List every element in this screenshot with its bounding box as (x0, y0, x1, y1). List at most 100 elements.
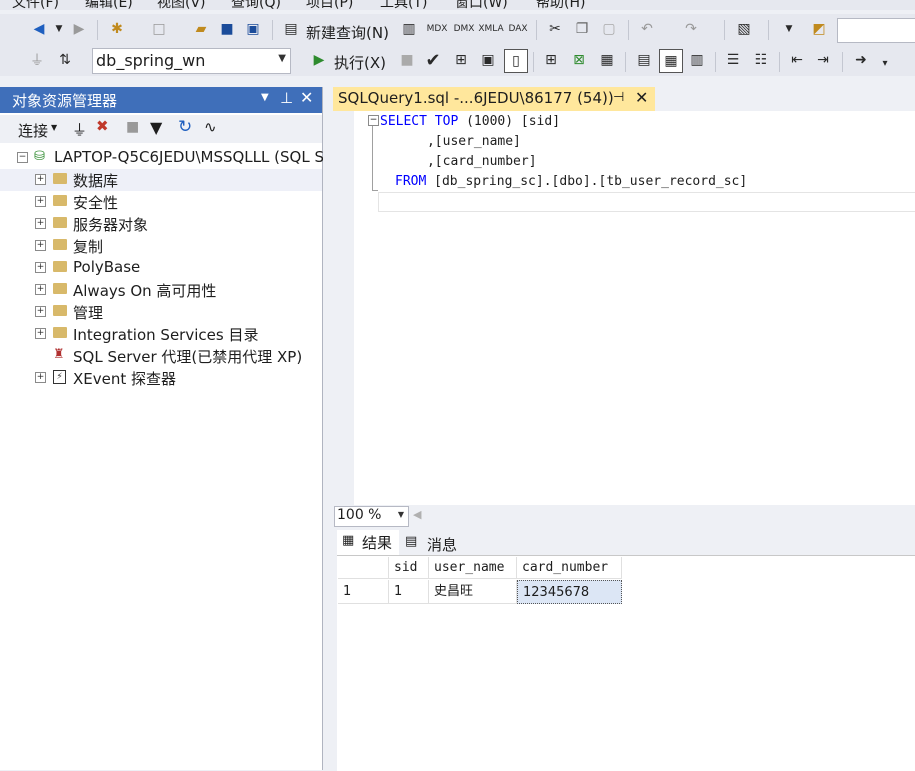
change-connection-icon[interactable]: ⇅ (54, 49, 76, 71)
column-header[interactable]: user_name (429, 557, 517, 579)
expand-icon[interactable]: + (35, 306, 46, 317)
menu-view[interactable]: 视图(V) (157, 0, 206, 10)
new-project-icon[interactable]: ✱ (106, 18, 128, 40)
grid-corner[interactable] (338, 557, 389, 579)
chevron-down-icon[interactable]: ▼ (48, 18, 70, 40)
menu-file[interactable]: 文件(F) (12, 0, 59, 10)
execute-icon[interactable]: ▶ (308, 49, 330, 71)
db-engine-query-icon[interactable]: ▥ (398, 18, 420, 40)
results-to-text-icon[interactable]: ▤ (633, 49, 655, 71)
table-cell-selected[interactable]: 12345678 (517, 580, 622, 604)
scroll-left-icon[interactable]: ◀ (413, 508, 421, 521)
tab-results[interactable]: ▦ 结果 (337, 530, 399, 555)
table-cell[interactable]: 史昌旺 (429, 580, 517, 604)
save-icon[interactable]: ■ (216, 18, 238, 40)
add-item-icon[interactable]: □ (148, 18, 170, 40)
close-icon[interactable]: ✕ (300, 88, 313, 107)
paste-icon[interactable]: ▢ (598, 18, 620, 40)
tree-node-server-objects[interactable]: + 服务器对象 (0, 213, 322, 235)
connect-button[interactable]: 连接 (18, 120, 48, 141)
specify-values-icon[interactable]: ➜ (850, 49, 872, 71)
collapse-icon[interactable]: − (17, 152, 28, 163)
expand-icon[interactable]: + (35, 196, 46, 207)
column-header[interactable]: card_number (517, 557, 622, 579)
actual-plan-icon[interactable]: ⊞ (540, 49, 562, 71)
row-number[interactable]: 1 (338, 580, 389, 604)
filter-icon[interactable]: ▼ (150, 118, 162, 137)
splitter[interactable] (323, 87, 333, 770)
connect-icon[interactable]: ⏚ (72, 119, 87, 140)
client-stats-icon[interactable]: ▦ (596, 49, 618, 71)
chevron-down-icon[interactable]: ▼ (778, 18, 800, 40)
tree-node-polybase[interactable]: + PolyBase (0, 257, 322, 279)
find-icon[interactable]: ◩ (808, 18, 830, 40)
activity-monitor-icon[interactable]: ∿ (204, 118, 217, 136)
menu-query[interactable]: 查询(Q) (231, 0, 281, 10)
dax-query-icon[interactable]: DAX (507, 18, 529, 40)
tree-node-always-on[interactable]: + Always On 高可用性 (0, 279, 322, 301)
dmx-query-icon[interactable]: DMX (453, 18, 475, 40)
cut-icon[interactable]: ✂ (544, 18, 566, 40)
expand-icon[interactable]: + (35, 372, 46, 383)
refresh-icon[interactable]: ↻ (178, 117, 192, 137)
expand-icon[interactable]: + (35, 284, 46, 295)
tree-server-node[interactable]: − ⛁ LAPTOP-Q5C6JEDU\MSSQLLL (SQL S (0, 147, 324, 169)
estimated-plan-icon[interactable]: ⊞ (450, 49, 472, 71)
increase-indent-icon[interactable]: ⇥ (812, 49, 834, 71)
pin-icon[interactable]: ⊥ (280, 89, 293, 107)
query-designer-icon[interactable]: ▣ (477, 49, 499, 71)
new-query-icon[interactable]: ▤ (280, 18, 302, 40)
live-stats-icon[interactable]: ⊠ (568, 49, 590, 71)
redo-icon[interactable]: ↷ (680, 18, 702, 40)
tree-node-sql-agent[interactable]: ♜ SQL Server 代理(已禁用代理 XP) (0, 345, 322, 367)
decrease-indent-icon[interactable]: ⇤ (786, 49, 808, 71)
menu-edit[interactable]: 编辑(E) (85, 0, 133, 10)
parse-check-icon[interactable]: ✔ (422, 49, 444, 71)
close-icon[interactable]: ✕ (635, 88, 648, 107)
menu-help[interactable]: 帮助(H) (536, 0, 585, 10)
menu-window[interactable]: 窗口(W) (455, 0, 508, 10)
expand-icon[interactable]: + (35, 240, 46, 251)
expand-icon[interactable]: + (35, 218, 46, 229)
activity-monitor-icon[interactable]: ▧ (733, 18, 755, 40)
open-file-icon[interactable]: ▰ (190, 18, 212, 40)
table-cell[interactable]: 1 (389, 580, 429, 604)
new-query-button[interactable]: 新建查询(N) (306, 22, 389, 43)
column-header[interactable]: sid (389, 557, 429, 579)
chevron-down-icon[interactable]: ▼ (51, 123, 57, 132)
chevron-down-icon[interactable]: ▼ (261, 92, 269, 103)
results-to-file-icon[interactable]: ▥ (686, 49, 708, 71)
forward-icon[interactable]: ▶ (68, 18, 90, 40)
expand-icon[interactable]: + (35, 174, 46, 185)
disconnect-icon[interactable]: ✖ (96, 117, 109, 135)
tree-node-xevent-profiler[interactable]: + ⚡ XEvent 探查器 (0, 367, 322, 389)
comment-icon[interactable]: ☰ (722, 49, 744, 71)
menu-tools[interactable]: 工具(T) (380, 0, 427, 10)
expand-icon[interactable]: + (35, 328, 46, 339)
database-select[interactable]: db_spring_wn ▼ (92, 48, 291, 74)
sql-editor[interactable] (333, 111, 915, 505)
xmla-query-icon[interactable]: XMLA (478, 18, 503, 40)
zoom-select[interactable]: 100 % ▼ (334, 506, 409, 527)
pin-icon[interactable]: ⊣ (613, 90, 624, 105)
menu-project[interactable]: 项目(P) (306, 0, 353, 10)
save-all-icon[interactable]: ▣ (242, 18, 264, 40)
tree-node-databases[interactable]: + 数据库 (0, 169, 322, 191)
tree-node-security[interactable]: + 安全性 (0, 191, 322, 213)
collapse-icon[interactable]: − (368, 115, 379, 126)
stop-icon[interactable]: ■ (126, 119, 139, 135)
tab-sqlquery1[interactable]: SQLQuery1.sql -...6JEDU\86177 (54)) ⊣ ✕ (333, 87, 655, 111)
mdx-query-icon[interactable]: MDX (426, 18, 448, 40)
tab-messages[interactable]: ▤ 消息 (401, 531, 461, 555)
expand-icon[interactable]: + (35, 262, 46, 273)
stop-icon[interactable]: ■ (396, 49, 418, 71)
back-icon[interactable]: ◀ (28, 18, 50, 40)
toolbar-overflow-icon[interactable]: ▾ (874, 52, 896, 74)
tree-node-integration-services[interactable]: + Integration Services 目录 (0, 323, 322, 345)
results-to-file-icon[interactable]: ▯ (504, 49, 528, 73)
uncomment-icon[interactable]: ☷ (750, 49, 772, 71)
tree-node-management[interactable]: + 管理 (0, 301, 322, 323)
copy-icon[interactable]: ❐ (571, 18, 593, 40)
search-input[interactable] (837, 18, 915, 43)
undo-icon[interactable]: ↶ (636, 18, 658, 40)
